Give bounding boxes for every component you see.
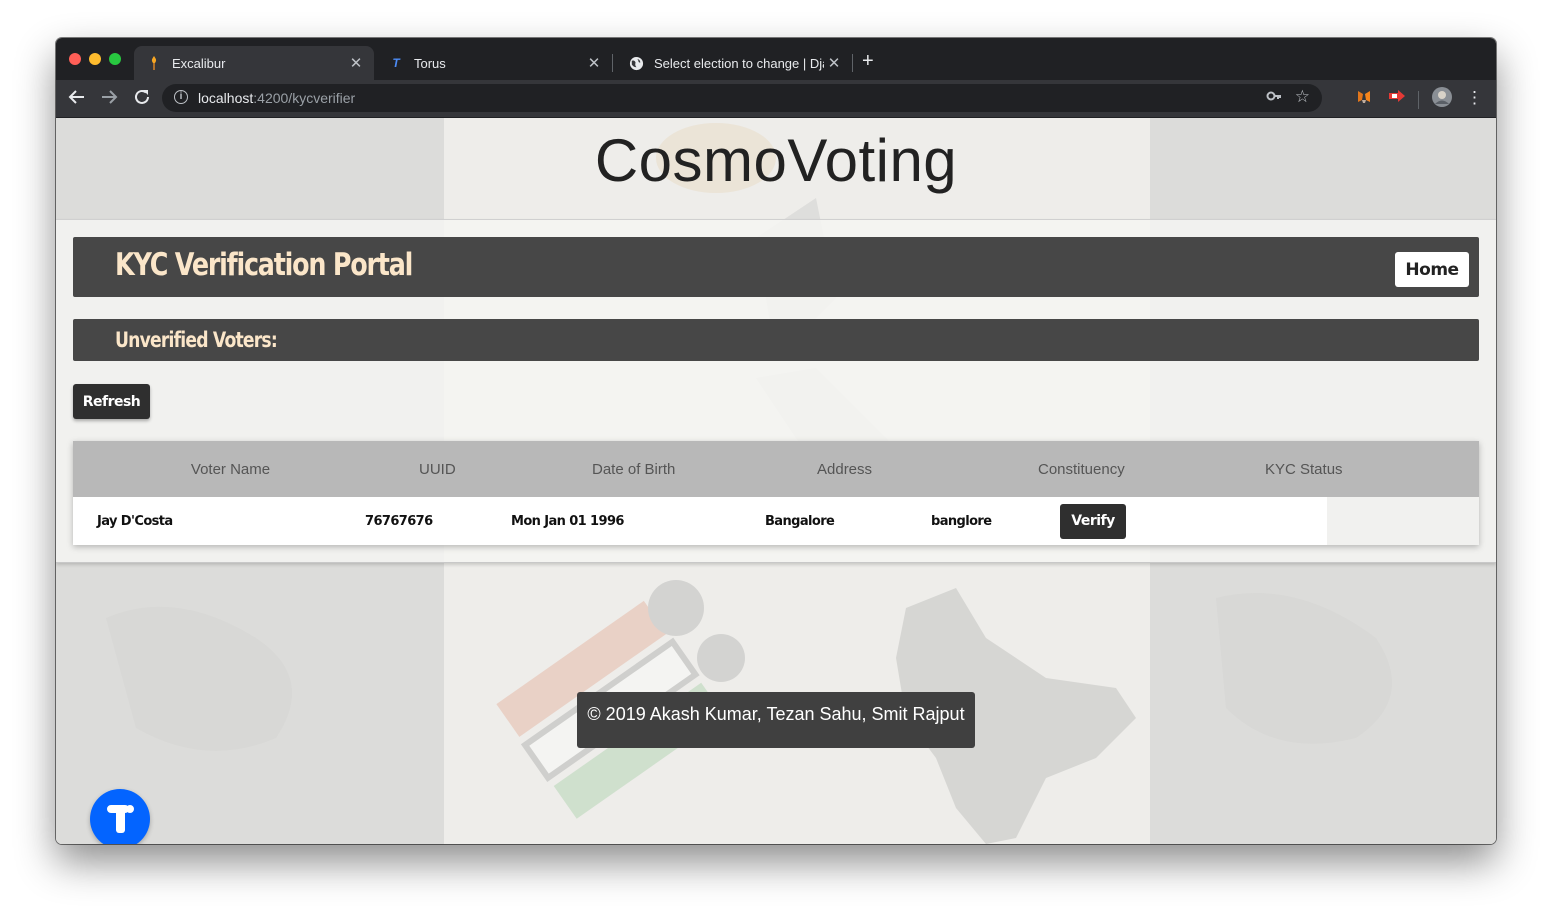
key-icon[interactable] bbox=[1266, 88, 1282, 107]
column-header-uuid[interactable]: UUID bbox=[389, 441, 535, 497]
voters-table-container: Voter Name UUID Date of Birth Address Co… bbox=[73, 441, 1479, 545]
browser-toolbar: i localhost:4200/kycverifier ☆ ⋮ bbox=[56, 80, 1496, 118]
minimize-window-button[interactable] bbox=[89, 53, 101, 65]
more-menu-icon[interactable]: ⋮ bbox=[1466, 88, 1483, 108]
toolbar-separator bbox=[1418, 91, 1419, 109]
browser-window: Excalibur ✕ T Torus ✕ Select election to… bbox=[56, 38, 1496, 844]
extension-red-icon[interactable] bbox=[1388, 88, 1406, 109]
tab-django-admin[interactable]: Select election to change | Dja ✕ bbox=[616, 46, 852, 80]
forward-icon[interactable] bbox=[100, 88, 118, 111]
tab-title: Excalibur bbox=[172, 55, 226, 71]
reload-icon[interactable] bbox=[133, 88, 151, 111]
refresh-button[interactable]: Refresh bbox=[73, 384, 150, 419]
cell-address: Bangalore bbox=[765, 513, 835, 529]
back-icon[interactable] bbox=[68, 88, 86, 111]
home-button[interactable]: Home bbox=[1395, 252, 1469, 287]
address-bar[interactable]: i localhost:4200/kycverifier ☆ bbox=[162, 84, 1322, 112]
unverified-voters-bar: Unverified Voters: bbox=[73, 319, 1479, 361]
site-info-icon[interactable]: i bbox=[174, 90, 188, 104]
tab-torus[interactable]: T Torus ✕ bbox=[376, 46, 612, 80]
metamask-extension-icon[interactable] bbox=[1356, 88, 1372, 109]
globe-icon bbox=[628, 55, 644, 71]
verify-button[interactable]: Verify bbox=[1060, 503, 1126, 539]
page-viewport: CosmoVoting KYC Verification Portal Home… bbox=[56, 118, 1496, 844]
portal-title: KYC Verification Portal bbox=[115, 247, 413, 283]
cell-kyc-status: Verify bbox=[1060, 497, 1327, 545]
maximize-window-button[interactable] bbox=[109, 53, 121, 65]
close-window-button[interactable] bbox=[69, 53, 81, 65]
tab-title: Select election to change | Dja bbox=[654, 55, 824, 71]
cell-uuid: 76767676 bbox=[365, 513, 433, 529]
tab-separator bbox=[852, 54, 853, 72]
tab-title: Torus bbox=[414, 55, 446, 71]
column-header-voter-name[interactable]: Voter Name bbox=[73, 441, 389, 497]
tab-separator bbox=[612, 54, 613, 72]
torus-wallet-button[interactable] bbox=[90, 789, 150, 844]
profile-avatar[interactable] bbox=[1432, 87, 1452, 112]
torch-icon bbox=[146, 55, 162, 71]
url-text: localhost:4200/kycverifier bbox=[198, 90, 355, 106]
portal-header-bar: KYC Verification Portal Home bbox=[73, 237, 1479, 297]
column-header-constituency[interactable]: Constituency bbox=[955, 441, 1212, 497]
torus-logo-icon bbox=[107, 805, 134, 833]
torus-t-icon: T bbox=[392, 56, 400, 70]
site-title: CosmoVoting bbox=[594, 127, 958, 194]
column-header-dob[interactable]: Date of Birth bbox=[535, 441, 789, 497]
column-header-kyc-status[interactable]: KYC Status bbox=[1212, 441, 1479, 497]
table-header-row: Voter Name UUID Date of Birth Address Co… bbox=[73, 441, 1479, 497]
kyc-card: KYC Verification Portal Home Unverified … bbox=[56, 219, 1496, 563]
tab-strip: Excalibur ✕ T Torus ✕ Select election to… bbox=[56, 38, 1496, 80]
cell-dob: Mon Jan 01 1996 bbox=[511, 513, 624, 529]
bookmark-star-icon[interactable]: ☆ bbox=[1295, 87, 1310, 107]
tab-excalibur[interactable]: Excalibur ✕ bbox=[134, 46, 374, 80]
cell-voter-name: Jay D'Costa bbox=[97, 513, 173, 529]
close-tab-icon[interactable]: ✕ bbox=[824, 54, 844, 72]
new-tab-button[interactable]: + bbox=[862, 51, 874, 71]
footer-copyright: © 2019 Akash Kumar, Tezan Sahu, Smit Raj… bbox=[577, 692, 975, 748]
close-tab-icon[interactable]: ✕ bbox=[584, 54, 604, 72]
url-path: :4200/kycverifier bbox=[253, 90, 356, 106]
table-row: Jay D'Costa 76767676 Mon Jan 01 1996 Ban… bbox=[73, 497, 1479, 545]
close-tab-icon[interactable]: ✕ bbox=[346, 54, 366, 72]
url-host: localhost bbox=[198, 90, 254, 106]
section-title: Unverified Voters: bbox=[115, 328, 278, 352]
column-header-address[interactable]: Address bbox=[789, 441, 955, 497]
voters-table: Voter Name UUID Date of Birth Address Co… bbox=[73, 441, 1479, 545]
